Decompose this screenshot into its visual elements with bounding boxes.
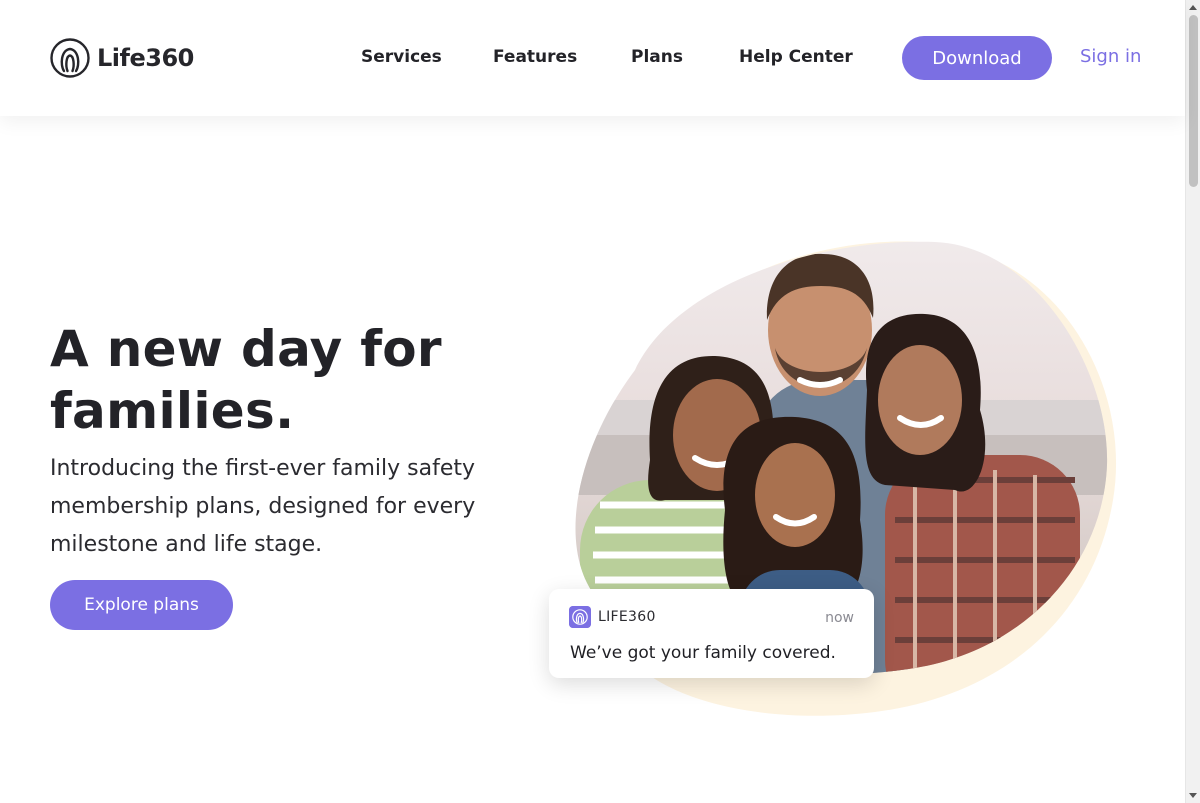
hero-title-line-2: families. xyxy=(50,382,295,440)
explore-plans-button[interactable]: Explore plans xyxy=(50,580,233,630)
brand-name: Life360 xyxy=(97,44,194,72)
hero-title-line-1: A new day for xyxy=(50,320,442,378)
life360-app-icon xyxy=(569,606,591,628)
hero-subtitle: Introducing the first-ever family safety… xyxy=(50,456,476,557)
life360-logo-icon xyxy=(50,38,90,78)
notification-card: LIFE360 now We’ve got your family covere… xyxy=(549,589,874,678)
page-scrollbar[interactable] xyxy=(1185,0,1200,803)
nav-item-features[interactable]: Features xyxy=(493,47,577,67)
sign-in-link[interactable]: Sign in xyxy=(1080,46,1141,67)
scroll-up-arrow-icon[interactable] xyxy=(1189,5,1197,10)
brand-logo[interactable]: Life360 xyxy=(50,38,194,78)
notification-message: We’ve got your family covered. xyxy=(570,643,836,663)
nav-item-plans[interactable]: Plans xyxy=(631,47,683,67)
site-header: Life360 Services Features Plans Help Cen… xyxy=(0,0,1185,116)
nav-item-help-center[interactable]: Help Center xyxy=(739,47,853,67)
hero-title: A new day for families. xyxy=(50,318,530,442)
download-button[interactable]: Download xyxy=(902,36,1052,80)
scroll-down-arrow-icon[interactable] xyxy=(1189,793,1197,798)
notification-time: now xyxy=(825,610,854,626)
notification-app-name: LIFE360 xyxy=(598,609,656,625)
scrollbar-thumb[interactable] xyxy=(1189,15,1198,187)
nav-item-services[interactable]: Services xyxy=(361,47,442,67)
